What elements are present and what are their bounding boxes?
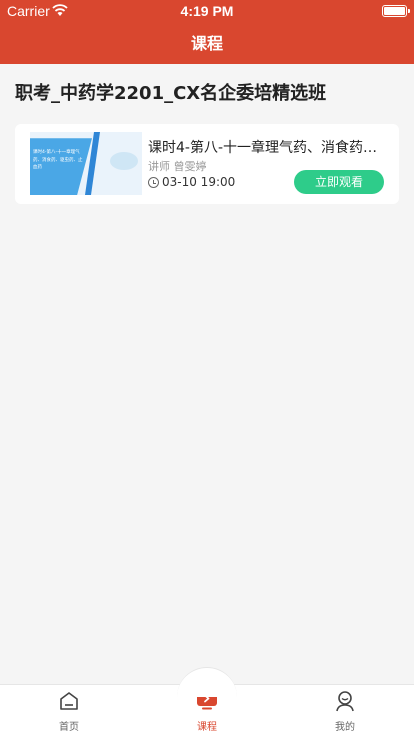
tab-bar-bump [177, 667, 237, 697]
lesson-thumbnail[interactable]: 课时4-第八-十一章理气药、消食药、驱虫药、止血药 [30, 132, 142, 195]
clock-icon [148, 177, 159, 188]
tab-profile-label: 我的 [335, 722, 355, 733]
lesson-title: 课时4-第八-十一章理气药、消食药、驱虫药、止血药 [148, 140, 386, 156]
nav-title: 课程 [190, 34, 223, 53]
app-header: Carrier 4:19 PM 课程 [0, 0, 414, 64]
lesson-card[interactable]: 课时4-第八-十一章理气药、消食药、驱虫药、止血药 课时4-第八-十一章理气药、… [15, 124, 399, 204]
tab-profile[interactable]: 我的 [276, 685, 414, 736]
class-title: 职考_中药学2201_CX名企委培精选班 [15, 83, 327, 104]
tab-home[interactable]: 首页 [0, 685, 138, 736]
status-time: 4:19 PM [180, 3, 234, 19]
class-title-section: 职考_中药学2201_CX名企委培精选班 [0, 64, 414, 116]
home-icon [60, 692, 78, 710]
tab-home-label: 首页 [59, 722, 79, 733]
profile-icon [336, 691, 354, 712]
thumbnail-text: 课时4-第八-十一章理气药、消食药、驱虫药、止血药 [33, 150, 83, 171]
lesson-teacher: 讲师 曾雯婷 [148, 160, 207, 173]
watch-now-button[interactable]: 立即观看 [294, 170, 384, 194]
lesson-datetime: 03-10 19:00 [162, 175, 236, 189]
status-bar: Carrier 4:19 PM [0, 0, 414, 22]
battery-icon [382, 5, 410, 17]
tab-course-label: 课程 [197, 722, 217, 733]
